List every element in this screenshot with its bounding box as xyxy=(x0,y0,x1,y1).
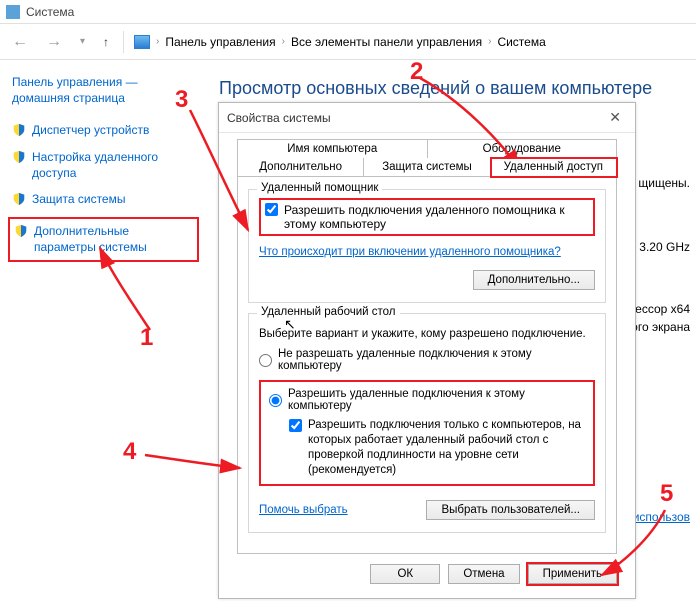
button-assist-advanced[interactable]: Дополнительно... xyxy=(473,270,595,290)
shield-icon xyxy=(12,192,26,206)
radio-option-allow[interactable]: Разрешить удаленные подключения к этому … xyxy=(269,388,585,412)
forward-button[interactable]: → xyxy=(42,33,66,51)
sidebar-item-system-protection[interactable]: Защита системы xyxy=(12,191,195,207)
bg-text: ессор x64 xyxy=(635,302,690,316)
apply-button[interactable]: Применить xyxy=(528,564,617,584)
bg-text: щищены. xyxy=(638,176,690,190)
sidebar: Панель управления — домашняя страница Ди… xyxy=(0,60,205,603)
breadcrumb-item[interactable]: Панель управления xyxy=(165,35,275,49)
breadcrumb[interactable]: › Панель управления › Все элементы панел… xyxy=(134,35,546,49)
up-button[interactable]: ↑ xyxy=(99,35,113,49)
back-button[interactable]: ← xyxy=(8,33,32,51)
tab-hardware[interactable]: Оборудование xyxy=(428,139,618,158)
hint-text: Выберите вариант и укажите, кому разреше… xyxy=(259,328,595,340)
system-properties-dialog: Свойства системы ✕ Имя компьютера Оборуд… xyxy=(218,102,636,599)
checkbox-nla-row[interactable]: Разрешить подключения только с компьютер… xyxy=(289,418,585,478)
dialog-title: Свойства системы xyxy=(227,111,331,125)
checkbox-label: Разрешить подключения только с компьютер… xyxy=(308,418,585,478)
sidebar-item-advanced-system[interactable]: Дополнительные параметры системы xyxy=(8,217,199,261)
link-help-choose[interactable]: Помочь выбрать xyxy=(259,504,348,516)
tab-protection[interactable]: Защита системы xyxy=(364,158,490,177)
bg-text: ого экрана xyxy=(631,320,690,334)
page-title: Просмотр основных сведений о вашем компь… xyxy=(219,78,686,99)
explorer-navbar: ← → ▾ ↑ › Панель управления › Все элемен… xyxy=(0,24,696,60)
cancel-button[interactable]: Отмена xyxy=(448,564,519,584)
checkbox-label: Разрешить подключения удаленного помощни… xyxy=(284,203,589,231)
computer-icon xyxy=(134,35,150,49)
tab-advanced[interactable]: Дополнительно xyxy=(237,158,364,177)
breadcrumb-item[interactable]: Система xyxy=(497,35,545,49)
tabs-row-bottom: Дополнительно Защита системы Удаленный д… xyxy=(219,158,635,177)
chevron-right-icon: › xyxy=(156,36,159,47)
window-title: Система xyxy=(26,5,74,19)
chevron-right-icon: › xyxy=(282,36,285,47)
sidebar-item-label[interactable]: Дополнительные параметры системы xyxy=(34,223,193,255)
dialog-titlebar[interactable]: Свойства системы ✕ xyxy=(219,103,635,133)
chevron-right-icon: › xyxy=(488,36,491,47)
tab-panel-remote: Удаленный помощник Разрешить подключения… xyxy=(237,177,617,554)
sidebar-item-label[interactable]: Диспетчер устройств xyxy=(32,122,149,138)
group-remote-assistance: Удаленный помощник Разрешить подключения… xyxy=(248,189,606,303)
sidebar-item-device-manager[interactable]: Диспетчер устройств xyxy=(12,122,195,138)
ok-button[interactable]: ОК xyxy=(370,564,440,584)
sidebar-item-remote-settings[interactable]: Настройка удаленного доступа xyxy=(12,149,195,181)
bg-text: 3.20 GHz xyxy=(639,240,690,254)
link-what-happens[interactable]: Что происходит при включении удаленного … xyxy=(259,246,561,258)
control-panel-home-link[interactable]: Панель управления — домашняя страница xyxy=(12,74,195,106)
separator xyxy=(123,31,124,53)
shield-icon xyxy=(14,224,28,238)
highlight-box: Разрешить подключения удаленного помощни… xyxy=(259,198,595,236)
radio-allow[interactable] xyxy=(269,394,282,407)
dialog-button-row: ОК Отмена Применить xyxy=(219,554,635,598)
window-titlebar: Система xyxy=(0,0,696,24)
checkbox-allow-assistance[interactable] xyxy=(265,203,278,216)
radio-option-none[interactable]: Не разрешать удаленные подключения к это… xyxy=(259,348,595,372)
close-icon[interactable]: ✕ xyxy=(603,109,627,126)
radio-none[interactable] xyxy=(259,354,272,367)
tab-remote[interactable]: Удаленный доступ xyxy=(491,158,617,177)
tab-computer-name[interactable]: Имя компьютера xyxy=(237,139,428,158)
app-icon xyxy=(6,5,20,19)
group-legend: Удаленный помощник xyxy=(257,182,382,194)
group-legend: Удаленный рабочий стол xyxy=(257,306,400,318)
button-select-users[interactable]: Выбрать пользователей... xyxy=(426,500,595,520)
tabs-row-top: Имя компьютера Оборудование xyxy=(219,133,635,158)
radio-label: Разрешить удаленные подключения к этому … xyxy=(288,388,585,412)
sidebar-item-label[interactable]: Защита системы xyxy=(32,191,125,207)
sidebar-item-label[interactable]: Настройка удаленного доступа xyxy=(32,149,195,181)
history-dropdown[interactable]: ▾ xyxy=(76,36,89,47)
checkbox-nla[interactable] xyxy=(289,419,302,432)
breadcrumb-item[interactable]: Все элементы панели управления xyxy=(291,35,482,49)
group-remote-desktop: Удаленный рабочий стол Выберите вариант … xyxy=(248,313,606,533)
shield-icon xyxy=(12,150,26,164)
highlight-box: Разрешить удаленные подключения к этому … xyxy=(259,380,595,486)
radio-label: Не разрешать удаленные подключения к это… xyxy=(278,348,595,372)
shield-icon xyxy=(12,123,26,137)
